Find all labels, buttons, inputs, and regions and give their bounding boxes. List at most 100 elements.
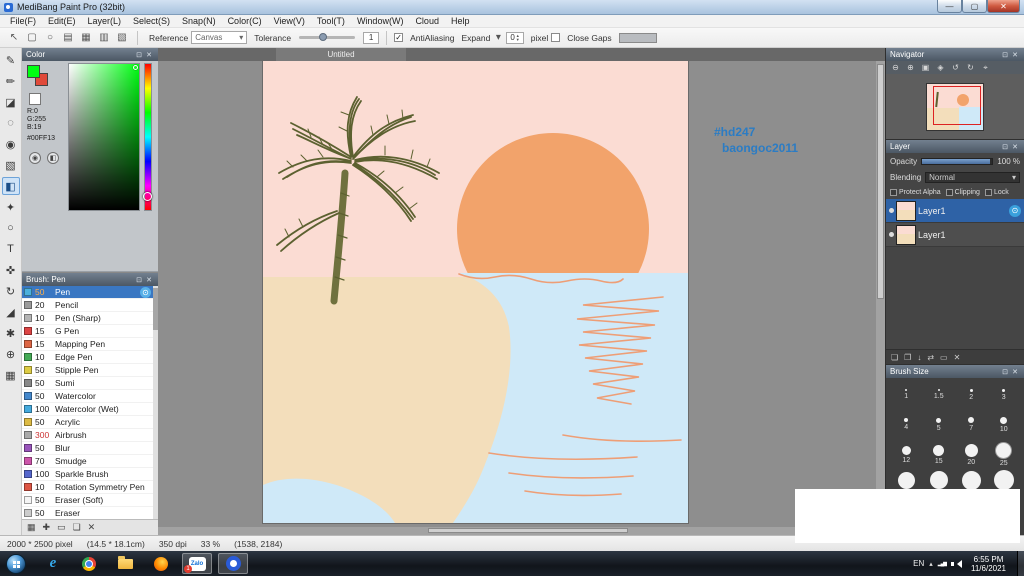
add-brush-icon[interactable]: ✚	[43, 522, 51, 533]
delete-brush-icon[interactable]: ✕	[88, 522, 96, 533]
expand-value[interactable]: 0 ▲ ▼	[506, 31, 524, 44]
eraser-tool-icon[interactable]: ◪	[2, 93, 20, 111]
reference-select[interactable]: Canvas ▾	[191, 31, 248, 44]
menu-item[interactable]: Edit(E)	[42, 16, 82, 26]
minimize-button[interactable]: —	[937, 0, 962, 13]
duplicate-brush-icon[interactable]: ❏	[73, 522, 81, 533]
layer-option-checkbox[interactable]	[890, 188, 897, 196]
show-desktop-button[interactable]	[1017, 551, 1024, 576]
duplicate-layer-icon[interactable]: ❐	[904, 353, 911, 362]
lasso-tool-icon[interactable]: ○	[2, 219, 20, 237]
brush-list-item[interactable]: 100 Sparkle Brush ⊙	[22, 468, 153, 481]
layer-folder-icon[interactable]: ▭	[940, 353, 948, 362]
brush-list-item[interactable]: 70 Smudge ⊙	[22, 455, 153, 468]
transparent-color-swatch[interactable]	[29, 93, 41, 105]
rotate-right-icon[interactable]: ↻	[964, 63, 977, 72]
brush-list-item[interactable]: 20 Pencil ⊙	[22, 299, 153, 312]
brush-size-option[interactable]: 1.5	[923, 380, 956, 410]
menu-item[interactable]: Help	[445, 16, 476, 26]
brush-size-option[interactable]: 1	[890, 380, 923, 410]
brush-list-item[interactable]: 50 Watercolor ⊙	[22, 390, 153, 403]
brush-size-option[interactable]: 12	[890, 440, 923, 470]
balloon-icon[interactable]: ○	[42, 30, 58, 46]
vertical-scrollbar[interactable]	[876, 61, 885, 527]
internet-explorer-icon[interactable]: e	[38, 553, 68, 574]
brush-list-item[interactable]: 15 G Pen ⊙	[22, 325, 153, 338]
brush-list-item[interactable]: 50 Eraser ⊙	[22, 507, 153, 519]
visibility-icon[interactable]	[889, 208, 894, 213]
menu-item[interactable]: Tool(T)	[311, 16, 351, 26]
panel-grid-icon[interactable]: ▦	[78, 30, 94, 46]
taskbar-clock[interactable]: 6:55 PM 11/6/2021	[965, 555, 1012, 573]
zoom-fit-icon[interactable]: ▣	[919, 63, 932, 72]
brush-list-item[interactable]: 10 Rotation Symmetry Pen ⊙	[22, 481, 153, 494]
brush-size-option[interactable]: 20	[955, 440, 988, 470]
layer-option-checkbox[interactable]	[984, 188, 992, 196]
transfer-icon[interactable]: ⇄	[927, 353, 934, 362]
brush-list-item[interactable]: 50 Pen ⊙	[22, 286, 153, 299]
dot-pen-tool-icon[interactable]: ◉	[2, 135, 20, 153]
start-button[interactable]	[6, 553, 26, 574]
zoom-out-icon[interactable]: ⊖	[889, 63, 902, 72]
scrollbar-thumb[interactable]	[877, 64, 884, 299]
network-icon[interactable]: ▂▄▆	[938, 561, 947, 567]
close-icon[interactable]: ✕	[144, 51, 154, 59]
canvas-tab[interactable]: Untitled	[276, 48, 406, 61]
brush-list-item[interactable]: 10 Pen (Sharp) ⊙	[22, 312, 153, 325]
menu-item[interactable]: Layer(L)	[82, 16, 128, 26]
layer-row[interactable]: Layer1 ⊙	[886, 199, 1024, 223]
menu-item[interactable]: Select(S)	[127, 16, 176, 26]
visibility-icon[interactable]	[889, 232, 894, 237]
pen-tool-icon[interactable]: ✎	[2, 51, 20, 69]
close-gaps-checkbox[interactable]	[551, 33, 561, 42]
cursor-icon[interactable]: ↖	[6, 30, 22, 46]
zoom-100-icon[interactable]: ◈	[934, 63, 947, 72]
tray-expand-icon[interactable]: ▴	[929, 560, 933, 568]
brush-size-option[interactable]: 15	[923, 440, 956, 470]
navigator-thumbnail[interactable]	[927, 83, 983, 130]
opacity-slider[interactable]	[921, 157, 994, 165]
spinner-arrows-icon[interactable]: ▲ ▼	[516, 33, 520, 42]
script-icon[interactable]: ▤	[60, 30, 76, 46]
airbrush-tool-icon[interactable]: ◌	[2, 114, 20, 132]
menu-item[interactable]: Snap(N)	[176, 16, 222, 26]
brush-list-item[interactable]: 15 Mapping Pen ⊙	[22, 338, 153, 351]
tolerance-slider[interactable]	[299, 33, 356, 41]
delete-layer-icon[interactable]: ✕	[954, 353, 961, 362]
magic-wand-tool-icon[interactable]: ✦	[2, 198, 20, 216]
gradient-tool-icon[interactable]: ▧	[2, 156, 20, 174]
grid-view-icon[interactable]: ▦	[27, 522, 36, 533]
language-indicator[interactable]: EN	[913, 559, 924, 568]
brush-settings-icon[interactable]: ⊙	[140, 286, 151, 298]
menu-item[interactable]: File(F)	[4, 16, 42, 26]
brush-list-item[interactable]: 50 Blur ⊙	[22, 442, 153, 455]
panel-split-icon[interactable]: ▥	[96, 30, 112, 46]
brush-list-item[interactable]: 50 Eraser (Soft) ⊙	[22, 494, 153, 507]
menu-item[interactable]: Color(C)	[222, 16, 268, 26]
dock-icon[interactable]: ⊡	[1000, 51, 1010, 59]
merge-down-icon[interactable]: ↓	[917, 353, 921, 362]
brush-folder-icon[interactable]: ▭	[57, 522, 66, 533]
eyedropper-tool-icon[interactable]: ◢	[2, 303, 20, 321]
horizontal-scrollbar[interactable]	[158, 527, 876, 535]
layer-row[interactable]: Layer1 ⊙	[886, 223, 1024, 247]
saturation-value-picker[interactable]	[68, 63, 140, 211]
rotate-tool-icon[interactable]: ↻	[2, 282, 20, 300]
zoom-in-icon[interactable]: ⊕	[904, 63, 917, 72]
file-explorer-icon[interactable]	[110, 553, 140, 574]
dock-icon[interactable]: ⊡	[134, 276, 144, 284]
close-icon[interactable]: ✕	[1010, 368, 1020, 376]
brush-size-option[interactable]: 4	[890, 410, 923, 440]
artwork-canvas[interactable]	[263, 61, 688, 523]
brush-size-option[interactable]: 25	[988, 440, 1021, 470]
speaker-icon[interactable]	[951, 559, 962, 568]
dock-icon[interactable]: ⊡	[134, 51, 144, 59]
brush-size-option[interactable]: 7	[955, 410, 988, 440]
expand-dropdown-icon[interactable]: ▾	[493, 30, 503, 46]
hue-slider[interactable]	[143, 63, 152, 211]
layer-settings-icon[interactable]: ⊙	[1009, 204, 1021, 217]
dock-icon[interactable]: ⊡	[1000, 143, 1010, 151]
scrollbar-thumb[interactable]	[428, 528, 628, 533]
new-layer-icon[interactable]: ❏	[891, 353, 898, 362]
close-icon[interactable]: ✕	[1010, 143, 1020, 151]
